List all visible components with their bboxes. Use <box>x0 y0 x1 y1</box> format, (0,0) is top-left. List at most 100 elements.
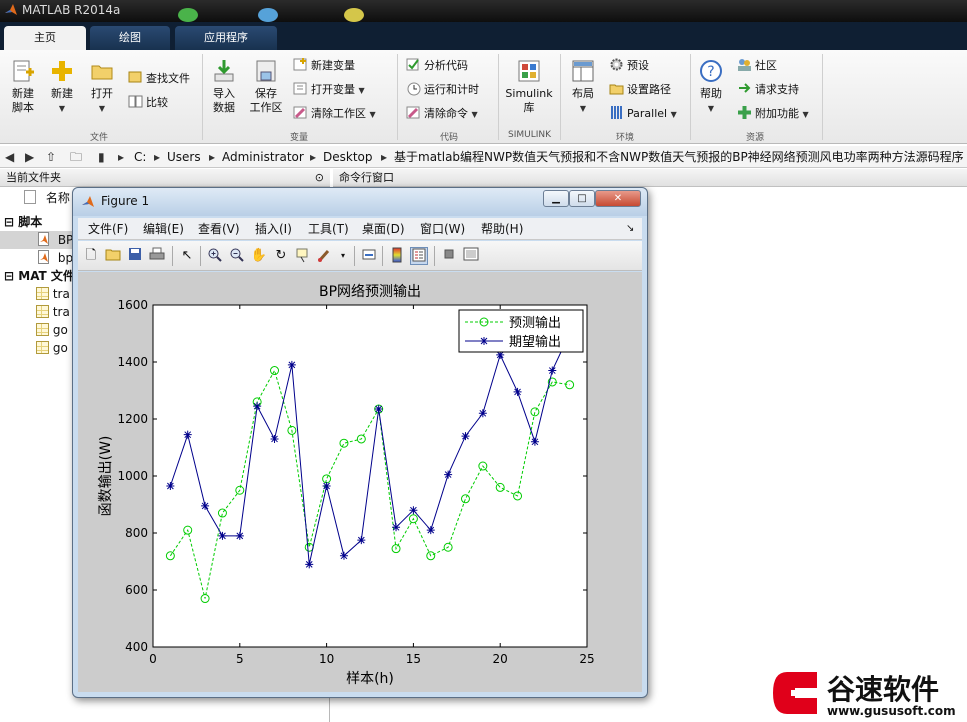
analyze-code-icon <box>406 58 419 71</box>
tab-apps[interactable]: 应用程序 <box>175 26 277 50</box>
chevron-down-icon[interactable]: ▼ <box>803 110 809 119</box>
request-support-button[interactable]: 请求支持 <box>737 81 799 99</box>
forward-icon[interactable]: ▶ <box>25 146 34 167</box>
link-icon[interactable] <box>360 247 378 265</box>
chevron-right-icon[interactable]: ▸ <box>118 146 124 167</box>
menu-view[interactable]: 查看(V) <box>198 218 240 240</box>
breadcrumb-administrator[interactable]: Administrator <box>222 146 304 167</box>
chevron-right-icon[interactable]: ▸ <box>310 146 316 167</box>
set-path-button[interactable]: 设置路径 <box>609 81 671 99</box>
maximize-button[interactable]: □ <box>569 190 595 207</box>
group-mat-files[interactable]: ⊟ MAT 文件 <box>4 267 75 285</box>
menu-file[interactable]: 文件(F) <box>88 218 128 240</box>
new-script-button[interactable]: 新建 脚本 <box>6 58 40 115</box>
list-item[interactable]: go <box>36 339 68 357</box>
find-files-button[interactable]: 查找文件 <box>128 70 190 88</box>
menu-window[interactable]: 窗口(W) <box>420 218 465 240</box>
group-scripts[interactable]: ⊟ 脚本 <box>4 213 42 231</box>
clear-commands-button[interactable]: 清除命令 ▼ <box>406 105 478 123</box>
pan-icon[interactable]: ✋ <box>250 247 268 265</box>
figure-canvas[interactable]: BP网络预测输出 样本(h) 函数输出(W) 0 5 10 15 20 25 400 600 8… <box>78 272 642 692</box>
list-item[interactable]: go <box>36 321 68 339</box>
zoom-in-icon[interactable] <box>206 247 224 265</box>
clear-workspace-button[interactable]: 清除工作区 ▼ <box>293 105 376 123</box>
column-header[interactable]: 名称 <box>24 189 70 207</box>
run-and-time-button[interactable]: 运行和计时 <box>406 81 479 99</box>
folder-icon <box>91 65 113 80</box>
menu-tools[interactable]: 工具(T) <box>308 218 349 240</box>
zoom-out-icon[interactable] <box>228 247 246 265</box>
chevron-down-icon[interactable]: ▼ <box>671 110 677 119</box>
data-point <box>426 526 435 535</box>
chevron-right-icon[interactable]: ▸ <box>209 146 215 167</box>
hide-plot-tools-icon[interactable] <box>440 247 458 265</box>
breadcrumb-desktop[interactable]: Desktop <box>323 146 373 167</box>
dock-arrow-icon[interactable]: ↘ <box>626 218 634 240</box>
folder-icon: ▮ <box>98 150 105 164</box>
find-files-label: 查找文件 <box>146 72 190 85</box>
chevron-down-icon[interactable]: ▼ <box>359 86 365 95</box>
panel-menu-icon[interactable]: ⊙ <box>315 169 324 187</box>
layout-button[interactable]: 布局 ▼ <box>566 58 600 116</box>
parallel-button[interactable]: Parallel ▼ <box>609 105 677 123</box>
back-icon[interactable]: ◀ <box>5 146 14 167</box>
list-item[interactable]: tra <box>36 303 70 321</box>
figure-title-bar[interactable]: Figure 1 ▁ □ ✕ <box>73 188 647 216</box>
import-data-button[interactable]: 导入 数据 <box>206 58 242 115</box>
tab-plots[interactable]: 绘图 <box>90 26 170 50</box>
chevron-down-icon[interactable]: ▼ <box>370 110 376 119</box>
menu-edit[interactable]: 编辑(E) <box>143 218 184 240</box>
menu-help[interactable]: 帮助(H) <box>481 218 523 240</box>
chevron-down-icon[interactable]: ▾ <box>334 247 352 265</box>
list-item[interactable]: bp <box>0 249 73 267</box>
compare-button[interactable]: 比较 <box>128 94 168 112</box>
community-button[interactable]: 社区 <box>737 57 777 75</box>
data-point <box>218 531 227 540</box>
save-icon[interactable] <box>126 247 144 265</box>
close-button[interactable]: ✕ <box>595 190 641 207</box>
data-cursor-icon[interactable] <box>294 247 312 265</box>
colorbar-icon[interactable] <box>388 247 406 265</box>
preferences-button[interactable]: 预设 <box>609 57 649 75</box>
new-variable-button[interactable]: 新建变量 <box>293 57 355 75</box>
simulink-library-button[interactable]: Simulink 库 <box>504 58 554 115</box>
menu-insert[interactable]: 插入(I) <box>255 218 292 240</box>
chart[interactable]: BP网络预测输出 样本(h) 函数输出(W) 0 5 10 15 20 25 400 600 8… <box>78 272 642 692</box>
legend-label: 预测输出 <box>509 315 561 331</box>
collapse-icon[interactable]: ⊟ <box>4 215 14 229</box>
section-code-label: 代码 <box>440 133 459 143</box>
list-item[interactable]: tra <box>36 285 70 303</box>
collapse-icon[interactable]: ⊟ <box>4 269 14 283</box>
open-folder-icon[interactable] <box>104 247 122 265</box>
save-workspace-button[interactable]: 保存 工作区 <box>246 58 286 115</box>
rotate-icon[interactable]: ↻ <box>272 247 290 265</box>
minimize-button[interactable]: ▁ <box>543 190 569 207</box>
open-variable-button[interactable]: 打开变量 ▼ <box>293 81 365 99</box>
legend[interactable]: 预测输出期望输出 <box>458 309 584 353</box>
legend-icon[interactable] <box>410 247 428 265</box>
analyze-code-button[interactable]: 分析代码 <box>406 57 468 75</box>
data-point <box>513 387 522 396</box>
new-button[interactable]: 新建 ▼ <box>46 58 78 116</box>
browse-folder-icon[interactable]: 🗀 <box>70 146 82 167</box>
new-file-icon[interactable]: 🗋 <box>82 247 100 265</box>
data-point <box>270 434 279 443</box>
chevron-right-icon[interactable]: ▸ <box>381 146 387 167</box>
breadcrumb-drive[interactable]: C: <box>134 146 146 167</box>
breadcrumb-users[interactable]: Users <box>167 146 201 167</box>
open-button[interactable]: 打开 ▼ <box>86 58 118 116</box>
print-icon[interactable] <box>148 247 166 265</box>
tab-home[interactable]: 主页 <box>4 26 86 50</box>
brush-icon[interactable] <box>316 247 334 265</box>
add-ons-button[interactable]: 附加功能 ▼ <box>737 105 809 123</box>
chevron-down-icon[interactable]: ▼ <box>472 110 478 119</box>
help-button[interactable]: ? 帮助 ▼ <box>694 58 728 116</box>
show-plot-tools-icon[interactable] <box>462 247 480 265</box>
menu-desktop[interactable]: 桌面(D) <box>362 218 405 240</box>
clear-commands-label: 清除命令 <box>424 107 468 120</box>
pointer-icon[interactable]: ↖ <box>178 247 196 265</box>
analyze-code-label: 分析代码 <box>424 59 468 72</box>
up-folder-icon[interactable]: ⇧ <box>46 146 56 167</box>
chevron-right-icon[interactable]: ▸ <box>154 146 160 167</box>
breadcrumb-project-folder[interactable]: 基于matlab编程NWP数值天气预报和不含NWP数值天气预报的BP神经网络预测… <box>394 146 964 167</box>
